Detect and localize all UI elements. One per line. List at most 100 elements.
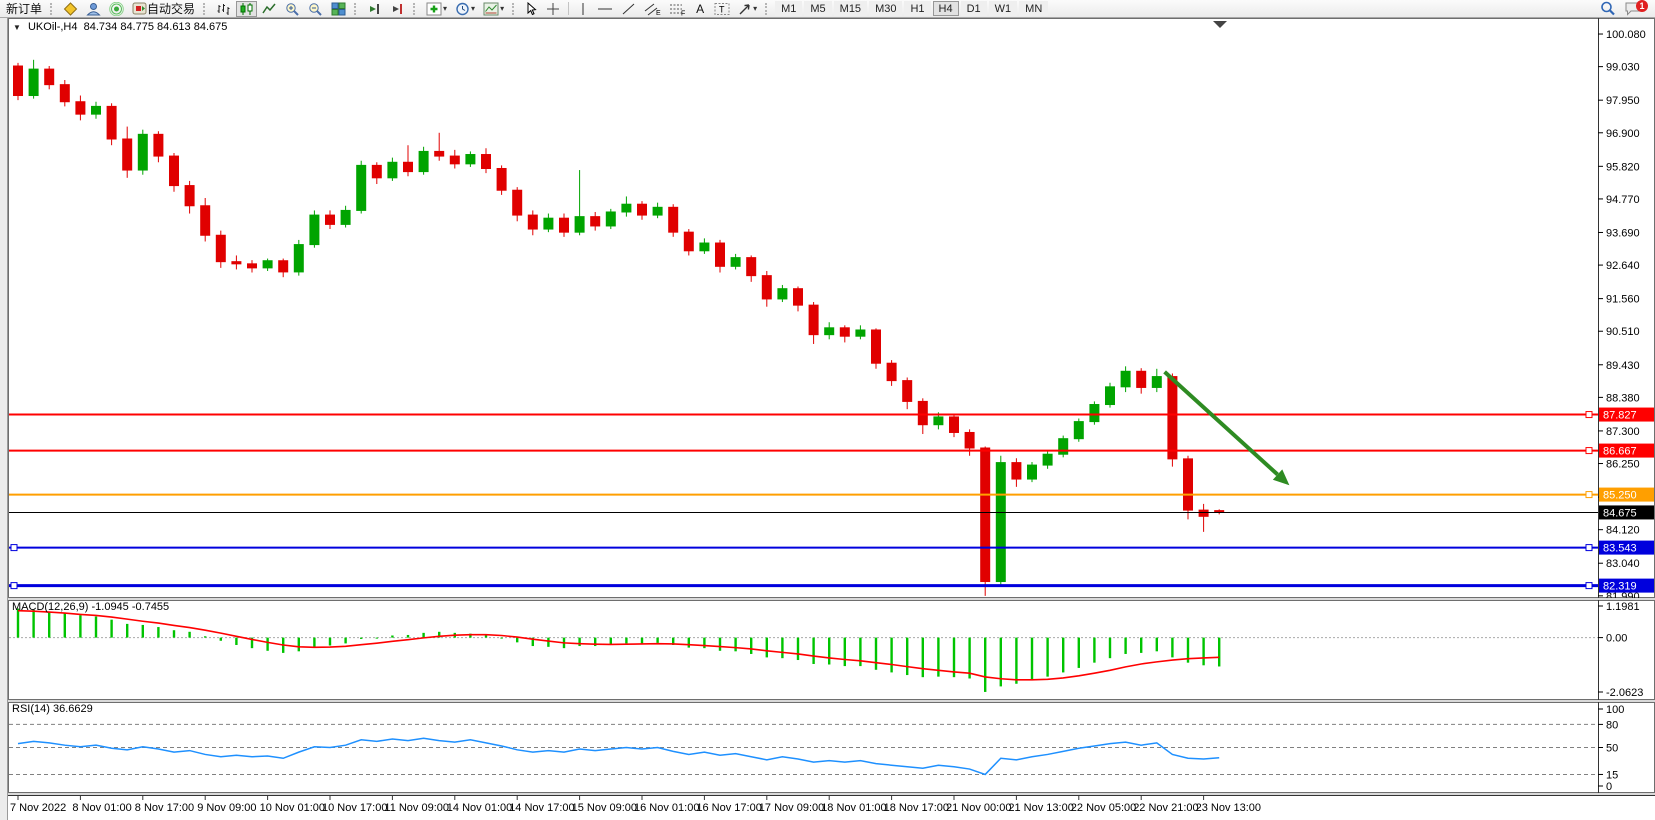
- candle: [232, 255, 241, 269]
- horizontal-line[interactable]: 83.543: [9, 541, 1654, 555]
- indicators-button[interactable]: ▾: [423, 1, 450, 17]
- timeframe-m15-button[interactable]: M15: [834, 1, 867, 16]
- line-handle[interactable]: [1586, 412, 1592, 418]
- zoom-out-button[interactable]: [305, 1, 326, 17]
- time-tick-label: 21 Nov 13:00: [1008, 802, 1073, 814]
- macd-signal-value: -0.7455: [132, 601, 169, 613]
- fibonacci-tool-button[interactable]: F: [666, 1, 689, 17]
- macd-bar: [1109, 638, 1111, 659]
- candle: [482, 148, 491, 173]
- rsi-tick-label: 0: [1606, 781, 1612, 793]
- arrows-tool-icon: [738, 2, 752, 16]
- auto-trading-button[interactable]: 自动交易: [129, 1, 198, 17]
- candle: [1215, 509, 1224, 514]
- tile-windows-button[interactable]: [328, 1, 349, 17]
- macd-bar: [64, 613, 66, 637]
- candle: [154, 131, 163, 162]
- line-handle[interactable]: [1586, 583, 1592, 589]
- chart-shift-marker[interactable]: [1213, 21, 1227, 28]
- time-tick-label: 10 Nov 17:00: [322, 802, 387, 814]
- templates-button[interactable]: ▾: [480, 1, 507, 17]
- profile-button[interactable]: [83, 1, 104, 17]
- price-tick-label: 83.040: [1606, 558, 1640, 570]
- periods-button[interactable]: ▾: [452, 1, 478, 17]
- macd-bar: [516, 638, 518, 643]
- line-handle[interactable]: [1586, 545, 1592, 551]
- time-axis: 7 Nov 20228 Nov 01:008 Nov 17:009 Nov 09…: [8, 795, 1655, 820]
- styles-bucket-button[interactable]: [60, 1, 81, 17]
- candle: [809, 302, 818, 344]
- macd-bar: [922, 638, 924, 678]
- text-label-tool-button[interactable]: T: [711, 1, 733, 17]
- timeframe-m1-button[interactable]: M1: [775, 1, 802, 16]
- collapse-ohlc-icon[interactable]: ▼: [13, 23, 21, 32]
- rsi-chart: 1008050150: [8, 702, 1655, 793]
- candle: [435, 133, 444, 161]
- channel-tool-button[interactable]: E: [641, 1, 664, 17]
- candle: [560, 214, 569, 237]
- timeframe-m5-button[interactable]: M5: [804, 1, 831, 16]
- price-tick-label: 93.690: [1606, 227, 1640, 239]
- vertical-line-tool-button[interactable]: [574, 1, 592, 17]
- text-tool-button[interactable]: A: [691, 1, 709, 17]
- timeframe-d1-button[interactable]: D1: [961, 1, 987, 16]
- candle: [778, 285, 787, 302]
- candle: [201, 198, 210, 241]
- macd-bar: [173, 630, 175, 637]
- candle: [92, 102, 101, 119]
- line-chart-button[interactable]: [259, 1, 280, 17]
- macd-bar: [828, 638, 830, 665]
- macd-bar: [906, 638, 908, 675]
- horizontal-line[interactable]: 86.667: [9, 444, 1654, 458]
- horizontal-line[interactable]: 87.827: [9, 408, 1654, 422]
- macd-bar: [797, 638, 799, 660]
- zoom-in-button[interactable]: [282, 1, 303, 17]
- timeframe-mn-button[interactable]: MN: [1019, 1, 1048, 16]
- bar-chart-button[interactable]: [213, 1, 234, 17]
- timeframe-m30-button[interactable]: M30: [869, 1, 902, 16]
- auto-scroll-button[interactable]: [364, 1, 385, 17]
- arrows-tool-button[interactable]: ▾: [735, 1, 760, 17]
- macd-bar: [298, 638, 300, 652]
- line-handle[interactable]: [11, 583, 17, 589]
- crosshair-tool-button[interactable]: [543, 1, 563, 17]
- timeframe-h4-button[interactable]: H4: [933, 1, 959, 16]
- toolbar-grip: [50, 3, 55, 15]
- line-handle[interactable]: [1586, 448, 1592, 454]
- candle: [731, 254, 740, 270]
- timeframe-h1-button[interactable]: H1: [904, 1, 930, 16]
- macd-bar: [500, 638, 502, 639]
- hline-price-label: 83.543: [1603, 543, 1637, 555]
- candle: [29, 60, 38, 99]
- candle: [1090, 401, 1099, 424]
- candle: [638, 201, 647, 220]
- bid-price-line[interactable]: 84.675: [9, 505, 1654, 519]
- cursor-tool-button[interactable]: [522, 1, 541, 17]
- toolbar-grip: [354, 3, 359, 15]
- new-order-button[interactable]: 新订单: [3, 1, 45, 17]
- candle: [326, 210, 335, 229]
- horizontal-line-tool-button[interactable]: [594, 1, 616, 17]
- candle: [528, 210, 537, 235]
- price-tick-label: 99.030: [1606, 62, 1640, 74]
- time-tick-label: 8 Nov 17:00: [135, 802, 194, 814]
- profile-icon: [86, 2, 101, 16]
- horizontal-line[interactable]: 82.319: [9, 579, 1654, 593]
- search-button[interactable]: [1597, 1, 1619, 17]
- candle: [840, 325, 849, 342]
- signals-button[interactable]: [106, 1, 127, 17]
- line-handle[interactable]: [11, 545, 17, 551]
- time-axis-chart: 7 Nov 20228 Nov 01:008 Nov 17:009 Nov 09…: [8, 795, 1655, 820]
- horizontal-line[interactable]: 85.250: [9, 488, 1654, 502]
- macd-bar: [376, 638, 378, 639]
- candlestick-chart-button[interactable]: [236, 1, 257, 17]
- candle: [1137, 368, 1146, 393]
- line-chart-icon: [262, 2, 277, 16]
- timeframe-w1-button[interactable]: W1: [989, 1, 1018, 16]
- trendline-tool-button[interactable]: [618, 1, 639, 17]
- macd-bar: [844, 638, 846, 666]
- time-tick-label: 22 Nov 21:00: [1133, 802, 1198, 814]
- chart-shift-button[interactable]: [387, 1, 408, 17]
- line-handle[interactable]: [1586, 492, 1592, 498]
- notifications-button[interactable]: 1: [1621, 1, 1644, 17]
